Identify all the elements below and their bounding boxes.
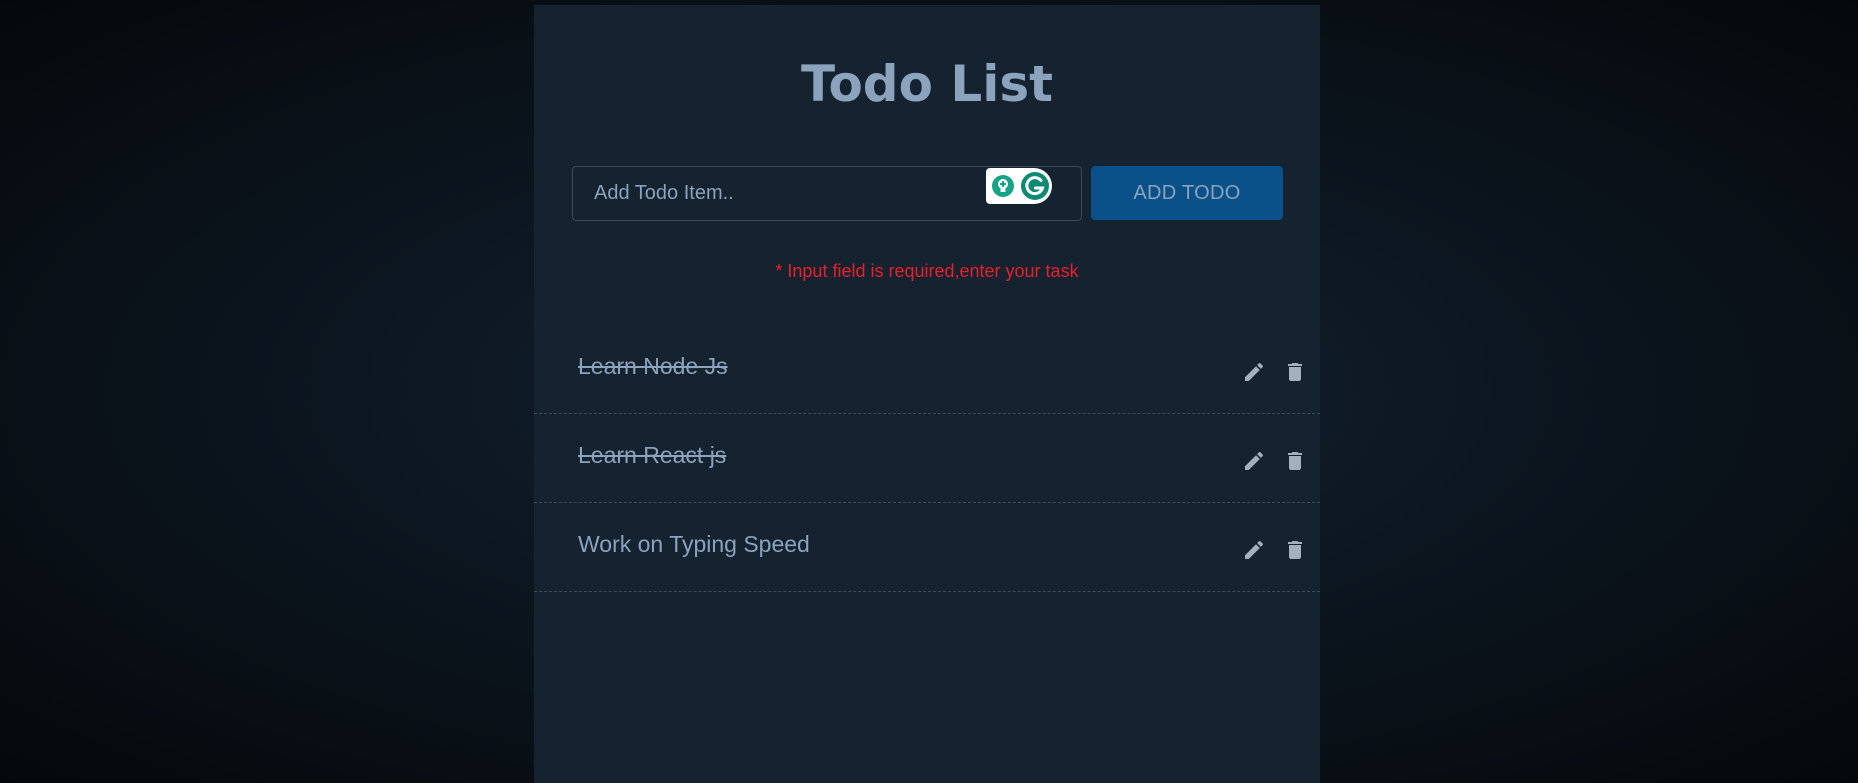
pencil-icon (1245, 540, 1264, 559)
todo-item-text[interactable]: Learn Node Js (578, 351, 728, 381)
grammarly-widget[interactable] (986, 168, 1052, 204)
edit-button[interactable] (1241, 537, 1267, 563)
trash-icon (1288, 452, 1302, 470)
todo-item-text[interactable]: Work on Typing Speed (578, 529, 810, 559)
todo-item-text[interactable]: Learn React js (578, 440, 726, 470)
todo-item: Learn Node Js (534, 325, 1320, 414)
todo-item: Learn React js (534, 414, 1320, 503)
page-title: Todo List (800, 55, 1054, 113)
todo-panel: Todo List ADD TODO * Input field is requ… (534, 5, 1320, 783)
pencil-icon (1245, 451, 1264, 470)
trash-icon (1288, 541, 1302, 559)
todo-list: Learn Node Js Learn React js Work on Typ… (534, 325, 1320, 592)
grammarly-icon[interactable] (1020, 171, 1050, 201)
edit-button[interactable] (1241, 359, 1267, 385)
lightbulb-icon[interactable] (991, 174, 1015, 198)
validation-error: * Input field is required,enter your tas… (775, 261, 1079, 281)
edit-button[interactable] (1241, 448, 1267, 474)
todo-input-container (572, 166, 1082, 221)
pencil-icon (1245, 362, 1264, 381)
delete-button[interactable] (1282, 537, 1308, 563)
delete-button[interactable] (1282, 359, 1308, 385)
todo-input[interactable] (573, 167, 973, 220)
delete-button[interactable] (1282, 448, 1308, 474)
trash-icon (1288, 363, 1302, 381)
add-todo-button[interactable]: ADD TODO (1091, 166, 1283, 220)
todo-item: Work on Typing Speed (534, 503, 1320, 592)
